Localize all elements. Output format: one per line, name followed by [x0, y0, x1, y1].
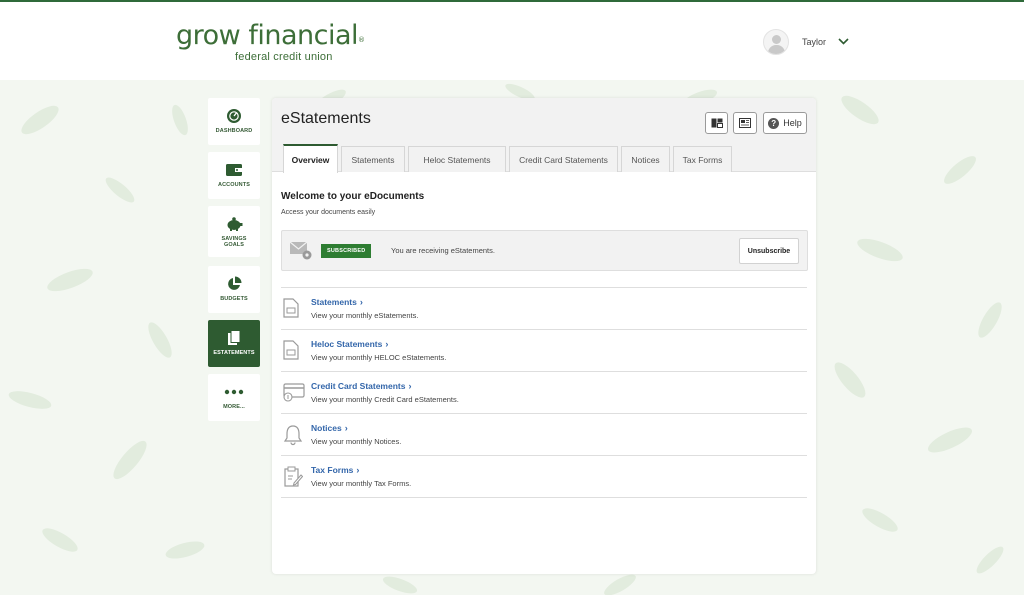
notices-link[interactable]: Notices ›	[311, 423, 348, 433]
more-dots-icon	[224, 389, 244, 395]
tab-overview[interactable]: Overview	[283, 144, 338, 173]
unsubscribe-button[interactable]: Unsubscribe	[739, 238, 799, 264]
documents-icon	[228, 330, 241, 345]
clipboard-edit-icon	[284, 466, 303, 487]
sidebar-item-savings-goals[interactable]: SAVINGS GOALS	[208, 206, 260, 257]
doc-description: View your monthly Notices.	[311, 437, 402, 446]
sidebar-item-accounts[interactable]: ACCOUNTS	[208, 152, 260, 199]
list-item: Credit Card Statements › View your monthl…	[281, 371, 807, 414]
list-item: Notices › View your monthly Notices.	[281, 413, 807, 456]
statements-link[interactable]: Statements ›	[311, 297, 363, 307]
avatar	[763, 29, 789, 55]
overview-title: Welcome to your eDocuments	[281, 191, 425, 202]
tab-notices[interactable]: Notices	[621, 146, 670, 172]
doc-link-label: Statements	[311, 297, 357, 307]
pie-chart-icon	[228, 276, 242, 290]
list-item: Statements › View your monthly eStatement…	[281, 287, 807, 330]
bell-icon	[283, 425, 303, 446]
heloc-statements-link[interactable]: Heloc Statements ›	[311, 339, 388, 349]
subscription-message: You are receiving eStatements.	[391, 246, 495, 255]
chevron-right-icon: ›	[359, 297, 363, 307]
grow-financial-logo[interactable]: grow financial® federal credit union	[176, 22, 365, 64]
doc-description: View your monthly HELOC eStatements.	[311, 353, 447, 362]
document-icon	[283, 298, 299, 318]
page-title: eStatements	[281, 110, 371, 127]
document-icon	[283, 340, 299, 360]
tab-heloc-statements[interactable]: Heloc Statements	[408, 146, 506, 172]
doc-description: View your monthly eStatements.	[311, 311, 419, 320]
mail-settings-icon	[289, 241, 312, 260]
credit-card-statements-link[interactable]: Credit Card Statements ›	[311, 381, 411, 391]
help-button[interactable]: ? Help	[763, 112, 807, 134]
logo-tagline: federal credit union	[235, 51, 333, 63]
doc-link-label: Notices	[311, 423, 342, 433]
subscription-status-box: SUBSCRIBED You are receiving eStatements…	[281, 230, 808, 271]
user-menu[interactable]: Taylor	[763, 28, 849, 56]
overview-subtitle: Access your documents easily	[281, 209, 376, 216]
logo-wordmark: grow financial®	[176, 22, 365, 50]
sidebar-item-label: BUDGETS	[220, 296, 248, 302]
chevron-down-icon	[838, 37, 849, 45]
estatements-panel: eStatements ? Help Overview Statements H…	[272, 98, 816, 574]
tab-tax-forms[interactable]: Tax Forms	[673, 146, 732, 172]
app-header: grow financial® federal credit union Tay…	[0, 2, 1024, 80]
wallet-icon	[226, 164, 242, 176]
sidebar-item-more[interactable]: MORE...	[208, 374, 260, 421]
layout-view-button[interactable]	[705, 112, 728, 134]
help-label: Help	[783, 118, 802, 128]
tab-credit-card-statements[interactable]: Credit Card Statements	[509, 146, 618, 172]
speedometer-icon	[227, 109, 241, 123]
doc-link-label: Credit Card Statements	[311, 381, 406, 391]
panel-header: eStatements ? Help Overview Statements H…	[272, 98, 816, 173]
logo-registered-mark: ®	[358, 36, 365, 44]
help-icon: ?	[768, 117, 780, 129]
sidebar-item-label: ESTATEMENTS	[213, 350, 255, 356]
list-item: Tax Forms › View your monthly Tax Forms.	[281, 455, 807, 498]
piggy-bank-icon	[227, 217, 243, 231]
chevron-right-icon: ›	[385, 339, 389, 349]
print-view-button[interactable]	[733, 112, 757, 134]
layout-grid-icon	[711, 118, 723, 128]
doc-link-label: Tax Forms	[311, 465, 354, 475]
credit-card-icon	[283, 383, 305, 402]
status-badge: SUBSCRIBED	[321, 244, 372, 258]
chevron-right-icon: ›	[408, 381, 412, 391]
chevron-right-icon: ›	[344, 423, 348, 433]
doc-description: View your monthly Credit Card eStatement…	[311, 395, 459, 404]
doc-link-label: Heloc Statements	[311, 339, 383, 349]
chevron-right-icon: ›	[356, 465, 360, 475]
newspaper-icon	[739, 118, 751, 128]
tab-statements[interactable]: Statements	[341, 146, 405, 172]
sidebar-item-label: ACCOUNTS	[218, 182, 250, 188]
list-item: Heloc Statements › View your monthly HELO…	[281, 329, 807, 372]
doc-description: View your monthly Tax Forms.	[311, 479, 412, 488]
sidebar-item-estatements[interactable]: ESTATEMENTS	[208, 320, 260, 367]
tax-forms-link[interactable]: Tax Forms ›	[311, 465, 359, 475]
sidebar-item-label: DASHBOARD	[215, 128, 253, 134]
sidebar-item-label: SAVINGS GOALS	[221, 236, 247, 248]
sidebar-item-label: MORE...	[223, 404, 245, 410]
sidebar-item-dashboard[interactable]: DASHBOARD	[208, 98, 260, 145]
user-name: Taylor	[802, 37, 827, 47]
logo-name: grow financial	[176, 20, 359, 51]
sidebar-item-budgets[interactable]: BUDGETS	[208, 266, 260, 313]
